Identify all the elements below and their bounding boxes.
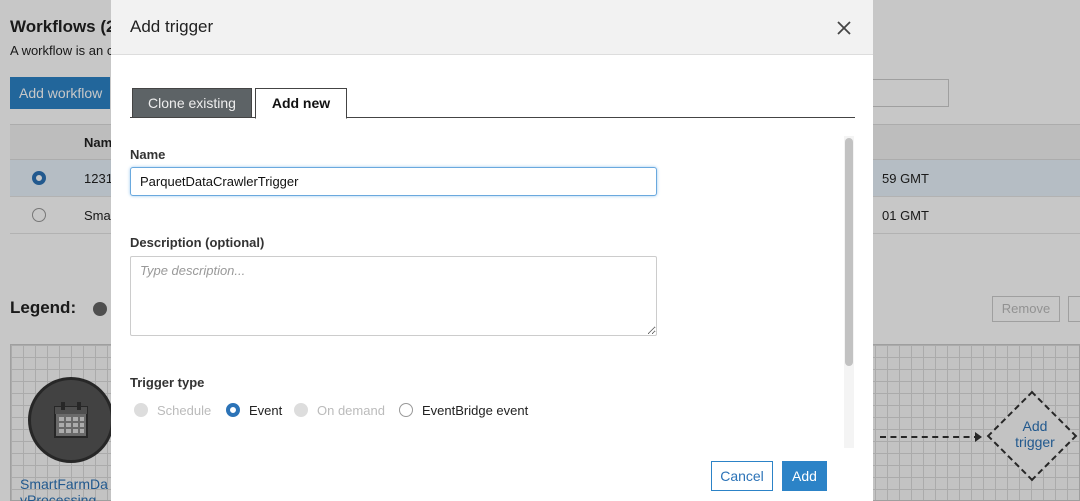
radio-label: EventBridge event (422, 403, 529, 418)
trigger-type-label: Trigger type (130, 375, 205, 390)
close-icon[interactable] (833, 17, 855, 39)
radio-icon[interactable] (134, 403, 148, 417)
add-trigger-dialog: Add trigger Clone existing Add new Name … (111, 0, 873, 501)
name-input[interactable] (130, 167, 657, 196)
dialog-title: Add trigger (130, 17, 214, 36)
radio-icon[interactable] (294, 403, 308, 417)
description-label: Description (optional) (130, 235, 265, 250)
dialog-header: Add trigger (111, 0, 873, 55)
radio-icon[interactable] (226, 403, 240, 417)
name-label: Name (130, 147, 166, 162)
dialog-tabs: Clone existing Add new (130, 88, 855, 119)
radio-label: Schedule (157, 403, 212, 418)
tab-add-new[interactable]: Add new (255, 88, 347, 119)
cancel-button[interactable]: Cancel (711, 461, 773, 491)
radio-label: Event (249, 403, 283, 418)
add-button[interactable]: Add (782, 461, 827, 491)
radio-icon[interactable] (399, 403, 413, 417)
scrollbar-thumb[interactable] (845, 138, 853, 366)
description-input[interactable] (130, 256, 657, 336)
radio-label: On demand (317, 403, 385, 418)
tab-clone-existing[interactable]: Clone existing (132, 88, 252, 118)
